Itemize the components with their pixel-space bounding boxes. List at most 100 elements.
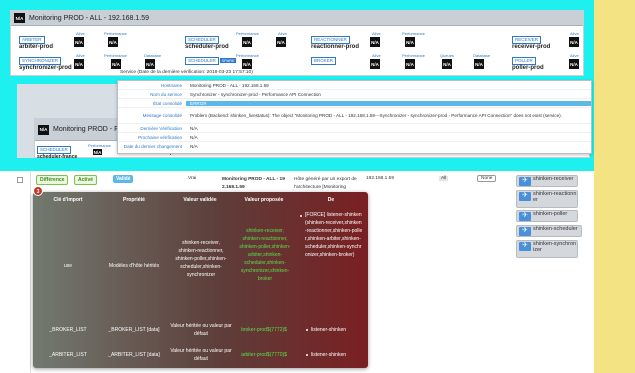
module-type-label: ARBITER <box>19 36 45 44</box>
template-chip-reactionner[interactable]: ✈ shinken-reactionner <box>516 190 578 208</box>
tooltip-key: Hostname <box>161 82 182 88</box>
queues-badge: N/A <box>442 59 452 69</box>
module-host: reactionner-prod <box>311 44 360 50</box>
perf-label: Performance <box>236 31 259 36</box>
tooltip-row-message: Message consolidé Problem (Backend: shin… <box>118 108 591 124</box>
diff-key: use <box>63 263 73 269</box>
tooltip-value: Problem (Backend: shinken_livestatus): T… <box>190 112 562 118</box>
module-type-label: BROKER <box>311 57 337 65</box>
perf-badge: N/A <box>108 37 118 47</box>
diff-prop: _ARBITER_LIST [data] <box>108 352 160 358</box>
template-chip-receiver[interactable]: ✈ shinken-receiver <box>516 175 578 187</box>
perf-label: Performance <box>402 31 425 36</box>
chip-label: shinken-receiver <box>533 176 574 182</box>
perf-label: Performance <box>104 53 127 58</box>
diff-prop: Modèles d'hôte hérités <box>108 263 160 269</box>
tooltip-row-last-change: Date du dernier changement N/A <box>118 142 591 151</box>
tooltip-key: Nom du service <box>150 91 182 97</box>
db-label: Database <box>473 53 491 58</box>
host-name-cell[interactable]: Monitoring PROD - ALL - 19 2.168.1.59 <box>222 176 290 192</box>
module-arbiter[interactable]: ARBITER arbiter-prod <box>19 36 53 50</box>
module-reactionner[interactable]: REACTIONNER reactionner-prod <box>311 36 359 50</box>
tooltip-key: Message consolidé <box>142 113 182 118</box>
ip-cell: 192.168.1.59 <box>366 176 395 181</box>
module-broker[interactable]: BROKER <box>311 57 337 65</box>
vrai-cell: Vrai <box>188 176 197 181</box>
realm-logo: N/A <box>38 124 49 135</box>
module-scheduler-spare[interactable]: SCHEDULER SPARE <box>185 57 236 65</box>
alive-badge: N/A <box>370 37 380 47</box>
alive-badge: N/A <box>74 37 84 47</box>
alive-badge: N/A <box>276 37 286 47</box>
architecture-card: N/A Monitoring PROD - ALL - 192.168.1.59 <box>10 10 584 76</box>
active-tag: Activé <box>74 175 98 185</box>
spare-badge: SPARE <box>220 58 236 63</box>
alive-badge: N/A <box>569 37 579 47</box>
row-checkbox[interactable] <box>17 177 23 183</box>
module-host: scheduler-prod <box>185 44 229 50</box>
module-host: receiver-prod <box>512 44 551 50</box>
module-poller[interactable]: POLLER poller-prod <box>512 57 544 71</box>
module-type-label: SCHEDULER <box>185 57 219 65</box>
perf-badge: N/A <box>405 37 415 47</box>
module-scheduler[interactable]: SCHEDULER scheduler-prod <box>185 36 229 50</box>
header-property: Propriété <box>123 197 145 203</box>
template-chip-synchronizer[interactable]: ✈ shinken-synchronizer <box>516 240 578 258</box>
alive-badge: N/A <box>74 59 84 69</box>
server-icon: ✈ <box>519 242 531 251</box>
tooltip-key: Date du dernier changement <box>123 144 182 149</box>
chip-label: shinken-reactionner <box>533 191 577 203</box>
db-badge: N/A <box>145 59 155 69</box>
alive-label: Alive <box>570 31 579 36</box>
tooltip-key: État consolidé <box>153 100 182 106</box>
tooltip-key: Dernière Vérification <box>140 125 182 131</box>
diff-from: [FORCE] listener-shinken (shinken-receiv… <box>305 212 363 258</box>
module-type-label: SYNCHRONIZER <box>19 57 62 65</box>
module-receiver[interactable]: RECEIVER receiver-prod <box>512 36 550 50</box>
perf-badge-hovered[interactable]: N/A <box>111 59 121 69</box>
diff-key: _BROKER_LIST <box>49 327 87 333</box>
bullet <box>306 354 308 356</box>
perf-label: Performance <box>88 143 111 148</box>
template-chip-poller[interactable]: ✈ shinken-poller <box>516 210 578 222</box>
db-badge: N/A <box>474 59 484 69</box>
tooltip-value: N/A <box>190 125 198 131</box>
module-synchronizer[interactable]: SYNCHRONIZER synchronizer-prod <box>19 57 72 71</box>
tooltip-value: N/A <box>190 144 198 149</box>
db-label: Database <box>144 53 162 58</box>
diff-validated: Valeur héritée ou valeur par défaut <box>170 323 232 337</box>
server-icon: ✈ <box>519 177 531 186</box>
none-cell: None <box>477 175 497 182</box>
alive-label: Alive <box>570 53 579 58</box>
module-type-label: SCHEDULER <box>185 36 219 44</box>
header-proposed: Valeur proposée <box>244 197 284 203</box>
perf-label: Performance <box>104 31 127 36</box>
diff-key: _ARBITER_LIST <box>49 352 87 358</box>
queues-label: Queues <box>440 53 455 58</box>
module-host: scheduler-france <box>37 154 78 160</box>
template-chip-scheduler[interactable]: ✈ shinken-scheduler <box>516 225 582 237</box>
diff-proposed: shinken-receiver, shinken-reactionner, s… <box>239 228 291 282</box>
row-divider <box>30 172 31 373</box>
diff-validated: shinken-receiver, shinken-reactionner, s… <box>175 240 227 278</box>
perf-badge: N/A <box>405 59 415 69</box>
module-scheduler-france[interactable]: SCHEDULER scheduler-france <box>37 146 77 160</box>
status-error: ERROR <box>186 100 591 106</box>
diff-tag[interactable]: Différence <box>36 175 69 185</box>
diff-prop: _BROKER_LIST [data] <box>108 327 160 333</box>
service-tooltip: Hostname Monitoring PROD - ALL - 192.168… <box>117 80 592 154</box>
header-validated: Valeur validée <box>183 197 217 203</box>
alive-label: Alive <box>278 31 287 36</box>
module-host: poller-prod <box>512 65 544 71</box>
diff-proposed: arbiter-prod$(7770)$ <box>241 352 287 358</box>
alive-label: Alive <box>372 31 381 36</box>
diff-from: listener-shinken <box>311 352 347 358</box>
difference-count-badge: 3 <box>33 186 43 196</box>
alive-badge: N/A <box>370 59 380 69</box>
alive-label: Alive <box>372 53 381 58</box>
module-host: arbiter-prod <box>19 44 54 50</box>
architecture-card-header: N/A Monitoring PROD - ALL - 192.168.1.59 <box>11 11 583 26</box>
chip-label: shinken-synchronizer <box>533 241 577 253</box>
tooltip-row-service: Nom du service Synchronizer - synchroniz… <box>118 90 591 99</box>
all-cell: All <box>439 176 449 181</box>
